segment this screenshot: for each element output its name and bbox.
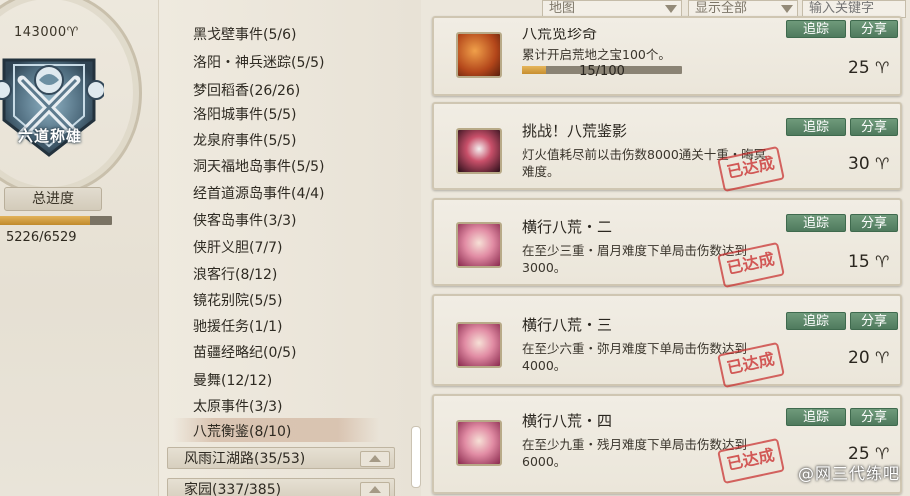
card-progress-label: 15/100 bbox=[579, 64, 625, 79]
category-item[interactable]: 洛阳・神兵迷踪(5/5) bbox=[193, 52, 324, 72]
reward-value: 30 bbox=[848, 154, 870, 174]
category-item[interactable]: 经首道源岛事件(4/4) bbox=[193, 183, 324, 203]
share-button[interactable]: 分享 bbox=[850, 20, 898, 38]
card-title: 八荒览珍奇 bbox=[522, 24, 598, 42]
overall-progress-bar bbox=[0, 216, 112, 225]
treasure-chest-icon bbox=[456, 32, 502, 78]
reward-points: 15 ♈ bbox=[848, 252, 889, 272]
badge-title: 六道称雄 bbox=[17, 127, 82, 145]
achievement-badge-panel: 143000♈ 六道称雄 总进度 5226/6529 bbox=[0, 0, 158, 496]
keyword-search-input[interactable] bbox=[809, 1, 905, 16]
dropdown-arrow-icon bbox=[665, 5, 677, 13]
achievement-card: 横行八荒・二 在至少三重・眉月难度下单局击伤数达到3000。 已达成 追踪 分享… bbox=[432, 198, 902, 289]
horn-icon: ♈ bbox=[875, 58, 890, 77]
category-item[interactable]: 龙泉府事件(5/5) bbox=[193, 130, 296, 150]
shadow-figure-icon bbox=[456, 128, 502, 174]
horn-icon: ♈ bbox=[66, 25, 79, 40]
overall-progress-count: 5226/6529 bbox=[6, 230, 77, 245]
drum-icon bbox=[456, 322, 502, 368]
category-item[interactable]: 镜花别院(5/5) bbox=[193, 290, 282, 310]
category-item[interactable]: 曼舞(12/12) bbox=[193, 370, 272, 390]
drum-icon bbox=[456, 222, 502, 268]
achievement-card: 横行八荒・三 在至少六重・弥月难度下单局击伤数达到4000。 已达成 追踪 分享… bbox=[432, 294, 902, 389]
category-item[interactable]: 驰援任务(1/1) bbox=[193, 316, 282, 336]
collapse-caret-icon[interactable] bbox=[360, 451, 390, 467]
collapse-caret-icon[interactable] bbox=[360, 482, 390, 496]
category-item-selected[interactable]: 八荒衡鉴(8/10) bbox=[193, 421, 291, 441]
share-button[interactable]: 分享 bbox=[850, 312, 898, 330]
card-description: 累计开启荒地之宝100个。 bbox=[522, 47, 671, 62]
category-item[interactable]: 洛阳城事件(5/5) bbox=[193, 104, 296, 124]
group-header-jianghu[interactable]: 风雨江湖路(35/53) bbox=[167, 447, 395, 469]
overall-progress-fill bbox=[0, 216, 91, 225]
track-button[interactable]: 追踪 bbox=[786, 408, 846, 426]
horn-icon: ♈ bbox=[875, 154, 890, 173]
track-button[interactable]: 追踪 bbox=[786, 312, 846, 330]
category-item[interactable]: 梦回稻香(26/26) bbox=[193, 80, 300, 100]
watermark: @网三代练吧 bbox=[797, 464, 900, 483]
track-button[interactable]: 追踪 bbox=[786, 214, 846, 232]
achievement-card: 挑战！八荒鉴影 灯火值耗尽前以击伤数8000通关十重・晦冥难度。 已达成 追踪 … bbox=[432, 102, 902, 193]
category-item[interactable]: 侠客岛事件(3/3) bbox=[193, 210, 296, 230]
drum-icon bbox=[456, 420, 502, 466]
card-title: 横行八荒・三 bbox=[522, 316, 613, 334]
category-item[interactable]: 浪客行(8/12) bbox=[193, 264, 277, 284]
share-button[interactable]: 分享 bbox=[850, 118, 898, 136]
category-item[interactable]: 黑戈壁事件(5/6) bbox=[193, 24, 296, 44]
card-title: 挑战！八荒鉴影 bbox=[522, 122, 628, 140]
track-button[interactable]: 追踪 bbox=[786, 118, 846, 136]
card-title: 横行八荒・四 bbox=[522, 412, 613, 430]
horn-icon: ♈ bbox=[875, 252, 890, 271]
share-button[interactable]: 分享 bbox=[850, 408, 898, 426]
achievement-score: 143000♈ bbox=[14, 25, 104, 40]
category-item[interactable]: 洞天福地岛事件(5/5) bbox=[193, 156, 324, 176]
category-scrollbar[interactable] bbox=[411, 426, 421, 488]
track-button[interactable]: 追踪 bbox=[786, 20, 846, 38]
category-item[interactable]: 侠肝义胆(7/7) bbox=[193, 237, 282, 257]
group-header-label: 家园(337/385) bbox=[184, 482, 282, 496]
share-button[interactable]: 分享 bbox=[850, 214, 898, 232]
overall-progress-button[interactable]: 总进度 bbox=[4, 187, 102, 211]
achievement-card: 八荒览珍奇 累计开启荒地之宝100个。 15/100 追踪 分享 25 ♈ bbox=[432, 16, 902, 96]
dropdown-arrow-icon bbox=[781, 5, 793, 13]
reward-value: 25 bbox=[848, 58, 870, 78]
reward-points: 20 ♈ bbox=[848, 348, 889, 368]
group-header-label: 风雨江湖路(35/53) bbox=[184, 451, 306, 467]
score-value: 143000 bbox=[14, 25, 67, 40]
reward-value: 15 bbox=[848, 252, 870, 272]
reward-points: 25 ♈ bbox=[848, 58, 889, 78]
show-filter-label: 显示全部 bbox=[695, 1, 748, 16]
horn-icon: ♈ bbox=[875, 348, 890, 367]
category-list: 黑戈壁事件(5/6) 洛阳・神兵迷踪(5/5) 梦回稻香(26/26) 洛阳城事… bbox=[158, 0, 421, 496]
group-header-home[interactable]: 家园(337/385) bbox=[167, 478, 395, 496]
category-item[interactable]: 苗疆经略纪(0/5) bbox=[193, 342, 296, 362]
map-filter-label: 地图 bbox=[549, 1, 576, 16]
category-item[interactable]: 太原事件(3/3) bbox=[193, 396, 282, 416]
reward-points: 30 ♈ bbox=[848, 154, 889, 174]
card-title: 横行八荒・二 bbox=[522, 218, 613, 236]
reward-value: 20 bbox=[848, 348, 870, 368]
